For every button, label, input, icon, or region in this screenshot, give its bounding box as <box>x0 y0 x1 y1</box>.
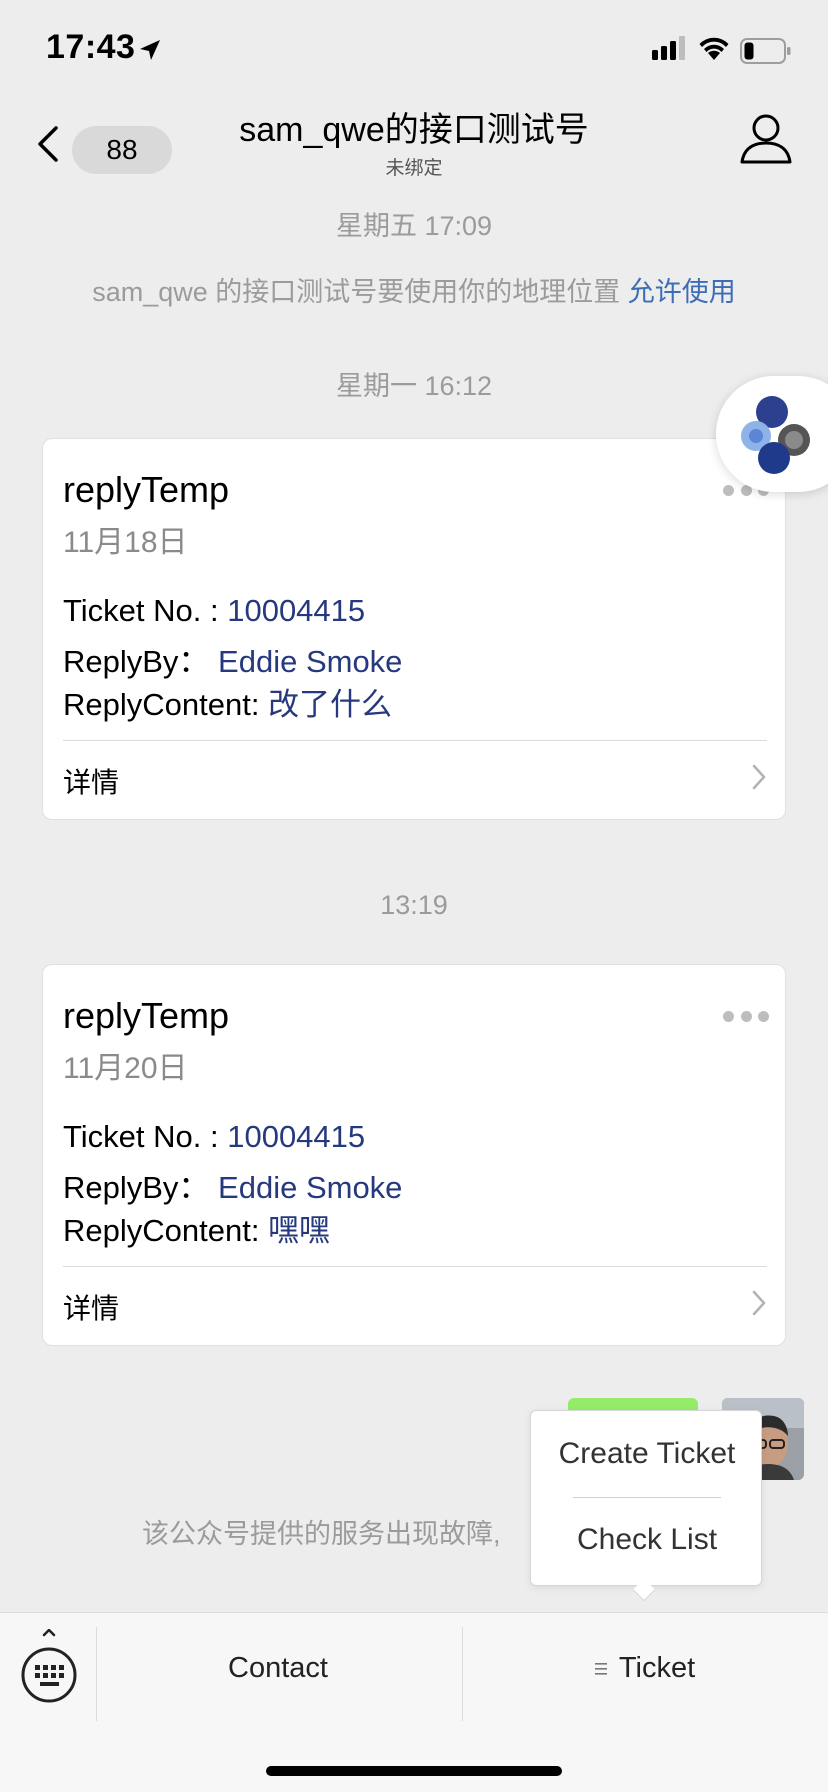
field-value: 改了什么 <box>268 687 393 722</box>
field-label: Ticket No. : <box>63 593 228 628</box>
reply-content-field: ReplyContent: 嘿嘿 <box>63 1205 330 1250</box>
chat-header: 88 sam_qwe的接口测试号 未绑定 <box>0 96 828 188</box>
location-arrow-icon <box>140 40 160 60</box>
reply-by-field: ReplyBy： Eddie Smoke <box>63 636 402 681</box>
custom-menu-bar: Contact Ticket <box>0 1612 828 1792</box>
floating-mini-program-button[interactable] <box>716 376 828 492</box>
menu-popup: Create Ticket Check List <box>530 1410 762 1586</box>
ticket-number-field: Ticket No. : 10004415 <box>63 1119 365 1155</box>
field-value: Eddie Smoke <box>218 1170 403 1205</box>
battery-icon <box>740 38 791 64</box>
field-label: ReplyContent: <box>63 1213 269 1248</box>
menu-lines-icon <box>594 1663 607 1675</box>
more-button[interactable] <box>723 1009 769 1023</box>
profile-button[interactable] <box>738 110 794 166</box>
wifi-icon <box>699 37 729 60</box>
reply-content-field: ReplyContent: 改了什么 <box>63 679 392 724</box>
signal-icon <box>652 36 685 60</box>
detail-link[interactable]: 详情 <box>43 741 787 819</box>
service-error-message: 该公众号提供的服务出现故障, <box>142 1519 501 1549</box>
check-list-menu-item[interactable]: Check List <box>531 1497 763 1583</box>
template-message-card[interactable]: replyTemp 11月20日 Ticket No. : 10004415 R… <box>42 964 786 1346</box>
system-message: sam_qwe 的接口测试号要使用你的地理位置 允许使用 <box>0 270 828 309</box>
ellipsis-icon <box>723 484 734 496</box>
timestamp: 星期五 17:09 <box>335 211 493 241</box>
detail-label: 详情 <box>63 767 120 798</box>
ellipsis-icon <box>723 1010 734 1022</box>
detail-label: 详情 <box>63 1293 120 1324</box>
ticket-number-field: Ticket No. : 10004415 <box>63 593 365 629</box>
ellipsis-dot <box>740 1010 752 1022</box>
field-value: Eddie Smoke <box>218 644 403 679</box>
timestamp: 星期一 16:12 <box>335 371 493 401</box>
timestamp: 13:19 <box>380 890 448 920</box>
status-bar: 17:43 <box>0 0 828 96</box>
unread-count-badge: 88 <box>72 126 172 174</box>
field-label: ReplyBy： <box>63 644 219 679</box>
chevron-right-icon <box>752 764 766 790</box>
card-date: 11月18日 <box>63 526 188 559</box>
card-title: replyTemp <box>63 469 230 510</box>
person-icon <box>740 114 792 164</box>
chevron-right-icon <box>752 1290 766 1316</box>
card-title: replyTemp <box>63 995 230 1036</box>
create-ticket-menu-item[interactable]: Create Ticket <box>531 1411 763 1497</box>
ellipsis-dot <box>758 1010 769 1022</box>
field-value: 10004415 <box>227 1119 366 1154</box>
field-value: 嘿嘿 <box>268 1213 331 1248</box>
contact-menu-button[interactable]: Contact <box>96 1613 460 1723</box>
chevron-left-icon <box>38 126 58 162</box>
ticket-menu-button[interactable]: Ticket <box>462 1613 828 1723</box>
field-label: Ticket No. : <box>63 1119 228 1154</box>
field-label: ReplyContent: <box>63 687 269 722</box>
field-label: ReplyBy： <box>63 1170 219 1205</box>
template-message-card[interactable]: replyTemp 11月18日 Ticket No. : 10004415 R… <box>42 438 786 820</box>
status-time: 17:43 <box>46 28 136 66</box>
field-value: 10004415 <box>227 593 366 628</box>
keyboard-toggle-button[interactable] <box>18 1628 80 1703</box>
home-indicator[interactable] <box>266 1766 562 1776</box>
back-button[interactable]: 88 <box>36 112 172 174</box>
mini-program-icons <box>741 396 810 474</box>
detail-link[interactable]: 详情 <box>43 1267 787 1345</box>
card-date: 11月20日 <box>63 1052 188 1085</box>
keyboard-icon <box>21 1628 77 1703</box>
ticket-menu-label: Ticket <box>618 1652 696 1684</box>
reply-by-field: ReplyBy： Eddie Smoke <box>63 1162 402 1207</box>
system-message-text: sam_qwe 的接口测试号要使用你的地理位置 <box>92 277 621 307</box>
allow-location-link[interactable]: 允许使用 <box>628 277 736 307</box>
